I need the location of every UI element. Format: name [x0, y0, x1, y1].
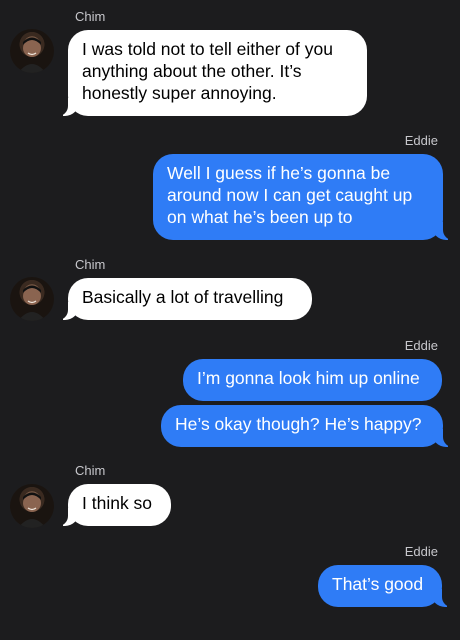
sender-name-eddie: Eddie	[404, 544, 438, 559]
avatar[interactable]	[10, 277, 54, 321]
sender-name-chim: Chim	[75, 463, 106, 478]
message-text: I was told not to tell either of you any…	[82, 39, 333, 103]
message-text: Well I guess if he’s gonna be around now…	[167, 163, 413, 227]
message-text: Basically a lot of travelling	[82, 287, 284, 307]
message-text: He’s okay though? He’s happy?	[175, 414, 422, 434]
message-text: That’s good	[332, 574, 424, 594]
message-bubble-outgoing[interactable]: That’s good	[318, 565, 452, 607]
message-bubble-outgoing[interactable]: Well I guess if he’s gonna be around now…	[153, 154, 453, 240]
message-bubble-outgoing[interactable]: He’s okay though? He’s happy?	[161, 405, 453, 447]
sender-name-chim: Chim	[75, 9, 106, 24]
avatar[interactable]	[10, 29, 54, 73]
message-text: I think so	[82, 493, 153, 513]
avatar[interactable]	[10, 484, 54, 528]
message-bubble-incoming[interactable]: I think so	[58, 484, 171, 526]
sender-name-eddie: Eddie	[404, 133, 438, 148]
message-bubble-incoming[interactable]: Basically a lot of travelling	[58, 278, 312, 320]
sender-name-eddie: Eddie	[404, 338, 438, 353]
message-bubble-outgoing[interactable]: I’m gonna look him up online	[183, 359, 442, 401]
sender-name-chim: Chim	[75, 257, 106, 272]
message-bubble-incoming[interactable]: I was told not to tell either of you any…	[58, 30, 367, 116]
message-text: I’m gonna look him up online	[197, 368, 420, 388]
